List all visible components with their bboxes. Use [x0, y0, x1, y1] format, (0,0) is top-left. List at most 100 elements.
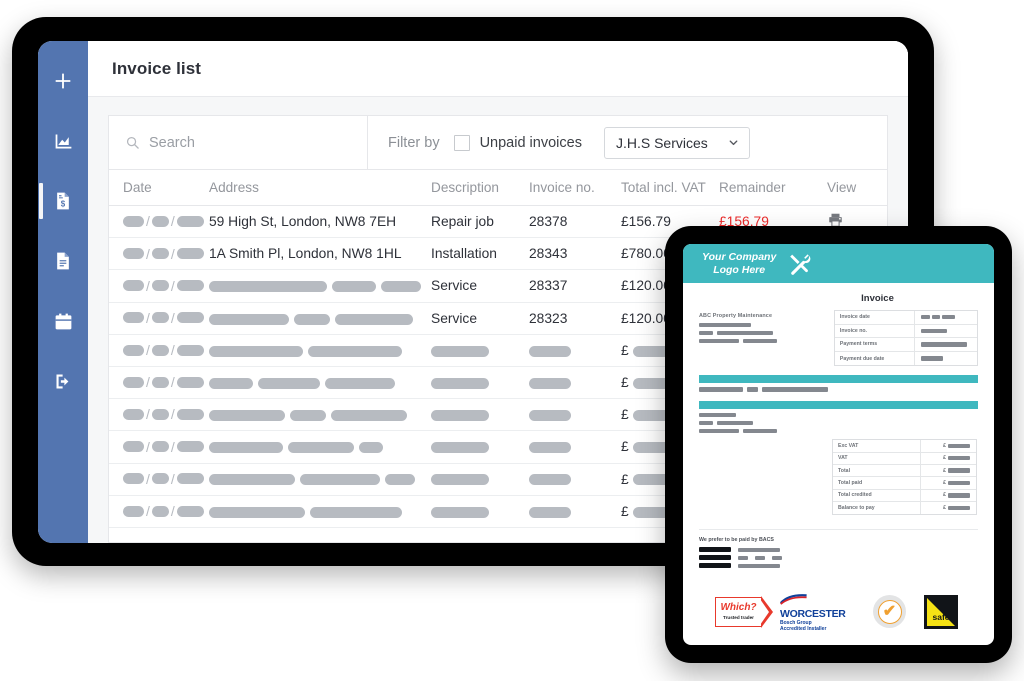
section-line — [699, 429, 978, 433]
cell-address — [209, 472, 431, 487]
company-select-value: J.H.S Services — [616, 135, 708, 151]
cell-invoice-no: 28323 — [529, 311, 621, 326]
logout-icon — [53, 371, 74, 392]
section-line — [699, 421, 978, 425]
redacted-bar — [431, 442, 489, 453]
redacted-bar — [772, 556, 782, 560]
date-masked: // — [123, 374, 204, 390]
col-description: Description — [431, 180, 529, 195]
redacted-bar — [738, 556, 748, 560]
totals-row: Balance to pay£ — [833, 502, 976, 514]
totals-label: Total credited — [833, 490, 921, 501]
chart-icon — [53, 131, 74, 152]
unpaid-invoices-checkbox[interactable] — [454, 135, 470, 151]
cell-date: // — [109, 310, 209, 327]
sidebar-item-reports[interactable] — [45, 123, 81, 159]
cell-description — [431, 504, 529, 519]
redacted-bar — [209, 281, 327, 292]
worcester-bosch-logo: WORCESTER Bosch Group Accredited Install… — [780, 591, 855, 632]
redacted-bar — [431, 346, 489, 357]
meta-row: Invoice no. — [835, 325, 977, 339]
sidebar: $ — [38, 41, 88, 543]
cell-date: // — [109, 471, 209, 488]
company-select[interactable]: J.H.S Services — [604, 127, 750, 159]
cell-date: // — [109, 342, 209, 359]
cell-description: Service — [431, 278, 529, 293]
col-invoice-no: Invoice no. — [529, 180, 621, 195]
redacted-bar — [699, 339, 739, 343]
cell-date: // — [109, 439, 209, 456]
redacted-bar — [743, 429, 777, 433]
redacted-bar — [529, 410, 571, 421]
date-masked: // — [123, 246, 204, 262]
col-remainder: Remainder — [719, 180, 827, 195]
section-2-lines — [699, 409, 978, 433]
search-icon — [125, 135, 140, 150]
totals-value: £ — [921, 468, 976, 474]
invoice-meta-table: Invoice dateInvoice no.Payment termsPaym… — [834, 310, 978, 366]
checkatrade-tick-logo: ✔ — [873, 595, 906, 628]
tools-icon — [786, 252, 812, 276]
filter-by-label: Filter by — [388, 135, 440, 151]
cell-date: // — [109, 406, 209, 423]
section-bar-1 — [699, 375, 978, 383]
cell-address — [209, 375, 431, 390]
meta-value — [915, 342, 977, 346]
company-logo-placeholder: Your Company Logo Here — [702, 251, 776, 276]
date-masked: // — [123, 342, 204, 358]
redacted-bar-dark — [699, 563, 731, 568]
totals-row: VAT£ — [833, 453, 976, 465]
page-title: Invoice list — [112, 59, 201, 79]
search-input[interactable] — [149, 135, 309, 151]
redacted-bar — [258, 378, 320, 389]
redacted-bar — [755, 556, 765, 560]
section-line — [699, 413, 978, 417]
redacted-bar — [332, 281, 376, 292]
svg-text:$: $ — [61, 200, 66, 209]
cell-invoice-no — [529, 439, 621, 454]
sidebar-item-invoices[interactable]: $ — [45, 183, 81, 219]
bacs-row — [699, 555, 978, 560]
meta-row: Invoice date — [835, 311, 977, 325]
date-masked: // — [123, 503, 204, 519]
redacted-bar — [699, 421, 713, 425]
sidebar-item-logout[interactable] — [45, 363, 81, 399]
redacted-bar — [717, 421, 753, 425]
gas-safe-register-logo: safe REGISTER — [924, 595, 958, 629]
invoice-totals-table: Exc VAT£VAT£Total£Total paid£Total credi… — [832, 439, 977, 515]
totals-value: £ — [921, 455, 976, 461]
section-line — [699, 387, 978, 391]
redacted-bar — [294, 314, 330, 325]
totals-value: £ — [921, 480, 976, 486]
cell-invoice-no: 28337 — [529, 278, 621, 293]
meta-label: Payment terms — [835, 338, 915, 351]
calendar-icon — [53, 311, 74, 332]
cell-address — [209, 504, 431, 519]
which-trusted-trader-logo: Which? Trusted trader — [715, 597, 762, 627]
cell-description: Repair job — [431, 214, 529, 229]
totals-row: Total£ — [833, 465, 976, 477]
cell-description — [431, 472, 529, 487]
from-line — [699, 331, 822, 335]
invoice-preview-device-frame: Your Company Logo Here Invoice ABC Prope… — [665, 226, 1012, 663]
date-masked: // — [123, 406, 204, 422]
bacs-row — [699, 547, 978, 552]
redacted-bar — [288, 442, 354, 453]
cell-date: // — [109, 278, 209, 295]
redacted-bar — [431, 474, 489, 485]
cell-invoice-no — [529, 472, 621, 487]
chevron-down-icon — [727, 136, 740, 149]
sidebar-item-diary[interactable] — [45, 303, 81, 339]
bacs-title: We prefer to be paid by BACS — [699, 537, 978, 543]
section-1-lines — [699, 383, 978, 391]
meta-label: Payment due date — [835, 352, 915, 366]
unpaid-invoices-checkbox-group[interactable]: Unpaid invoices — [454, 135, 582, 151]
search-cell[interactable] — [109, 116, 368, 169]
col-date: Date — [109, 180, 209, 195]
sidebar-item-add[interactable] — [45, 63, 81, 99]
logo-line-1: Your Company — [702, 251, 776, 264]
redacted-bar-dark — [699, 547, 731, 552]
sidebar-item-documents[interactable] — [45, 243, 81, 279]
redacted-bar — [209, 474, 295, 485]
totals-label: Total — [833, 465, 921, 476]
